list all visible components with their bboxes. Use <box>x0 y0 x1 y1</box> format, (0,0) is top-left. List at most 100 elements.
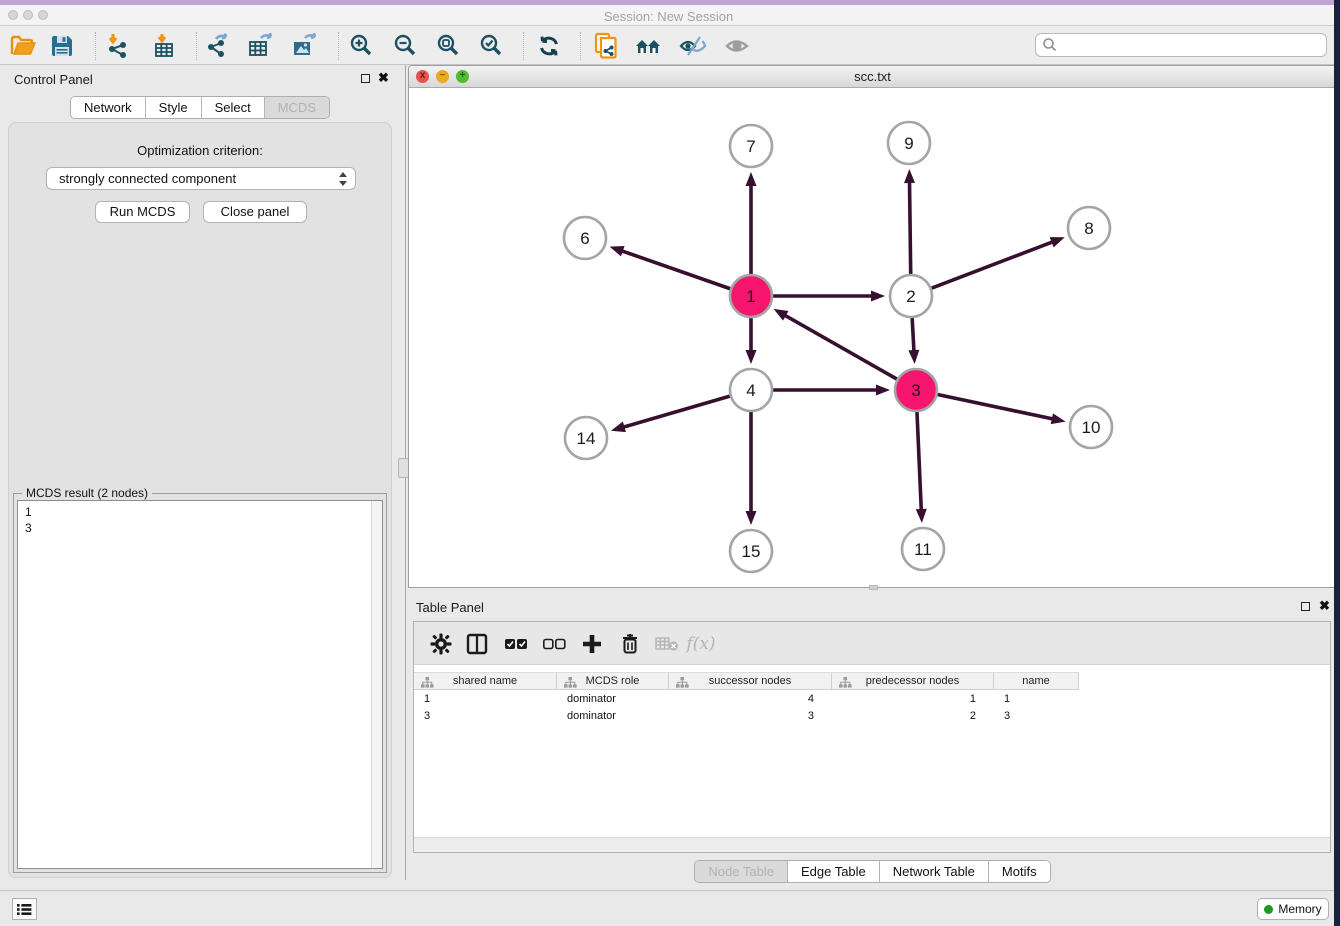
export-table-icon[interactable] <box>244 31 278 61</box>
cell-successor-nodes[interactable]: 4 <box>669 691 832 708</box>
cell-MCDS-role[interactable]: dominator <box>557 691 669 708</box>
toolbar-separator <box>338 32 339 60</box>
table-row[interactable]: 3dominator323 <box>414 708 1330 725</box>
task-history-button[interactable] <box>12 898 37 920</box>
arrowhead-icon <box>1050 237 1065 247</box>
edge-3-11[interactable] <box>917 412 921 511</box>
export-image-icon[interactable] <box>288 31 322 61</box>
select-all-icon[interactable] <box>501 629 531 659</box>
window-resize-handle[interactable] <box>869 585 878 590</box>
zoom-fit-icon[interactable] <box>432 31 466 61</box>
tab-motifs[interactable]: Motifs <box>988 861 1050 882</box>
toolbar-separator <box>523 32 524 60</box>
close-panel-icon[interactable]: ✖ <box>378 70 389 86</box>
deselect-all-icon[interactable] <box>539 629 569 659</box>
graph-node-label: 14 <box>577 429 596 448</box>
close-panel-button[interactable]: Close panel <box>203 201 307 223</box>
edge-2-9[interactable] <box>909 181 910 274</box>
function-builder-icon[interactable]: f(x) <box>686 629 716 659</box>
control-panel: Control Panel ✖ NetworkStyleSelectMCDS O… <box>0 65 400 880</box>
table-row[interactable]: 1dominator411 <box>414 691 1330 708</box>
arrowhead-icon <box>871 291 885 302</box>
float-table-panel-icon[interactable] <box>1301 602 1310 611</box>
edge-1-6[interactable] <box>621 251 730 289</box>
cell-shared-name[interactable]: 1 <box>414 691 557 708</box>
toolbar-separator <box>580 32 581 60</box>
tab-node-table[interactable]: Node Table <box>695 861 787 882</box>
cell-predecessor-nodes[interactable]: 2 <box>832 708 994 725</box>
zoom-selected-icon[interactable] <box>475 31 509 61</box>
tab-edge-table[interactable]: Edge Table <box>787 861 879 882</box>
toolbar-separator <box>196 32 197 60</box>
zoom-in-icon[interactable] <box>345 31 379 61</box>
table-panel-header: Table Panel ✖ <box>408 592 1337 620</box>
tab-select[interactable]: Select <box>201 97 264 118</box>
mcds-panel: Optimization criterion: strongly connect… <box>8 122 392 878</box>
table-tabs: Node TableEdge TableNetwork TableMotifs <box>408 860 1337 883</box>
tab-network[interactable]: Network <box>71 97 145 118</box>
result-scrollbar[interactable] <box>371 501 382 868</box>
criterion-select[interactable]: strongly connected component <box>46 167 356 190</box>
edge-2-3[interactable] <box>912 318 914 352</box>
save-icon[interactable] <box>45 31 79 61</box>
cell-shared-name[interactable]: 3 <box>414 708 557 725</box>
column-header-shared-name[interactable]: shared name <box>414 672 557 690</box>
network-view-window: x − + scc.txt 1234678910111415 <box>408 65 1337 588</box>
run-mcds-button[interactable]: Run MCDS <box>95 201 190 223</box>
search-icon <box>1042 37 1058 53</box>
tab-mcds[interactable]: MCDS <box>264 97 329 118</box>
import-network-icon[interactable] <box>101 31 135 61</box>
mcds-result-title: MCDS result (2 nodes) <box>22 486 152 500</box>
float-panel-icon[interactable] <box>361 74 370 83</box>
search-input[interactable] <box>1035 33 1327 57</box>
zoom-out-icon[interactable] <box>389 31 423 61</box>
gear-icon[interactable] <box>426 629 456 659</box>
edge-2-8[interactable] <box>932 242 1054 289</box>
control-panel-title: Control Panel <box>14 72 93 87</box>
cell-name[interactable]: 1 <box>994 691 1079 708</box>
arrowhead-icon <box>746 172 757 186</box>
hide-eye-icon[interactable] <box>675 31 709 61</box>
arrowhead-icon <box>774 309 789 321</box>
cell-predecessor-nodes[interactable]: 1 <box>832 691 994 708</box>
tree-icon <box>421 677 434 688</box>
arrowhead-icon <box>876 385 890 396</box>
network-canvas[interactable]: 1234678910111415 <box>409 88 1336 586</box>
cell-successor-nodes[interactable]: 3 <box>669 708 832 725</box>
criterion-value: strongly connected component <box>59 171 236 186</box>
arrowhead-icon <box>908 350 919 364</box>
main-toolbar <box>0 26 1337 65</box>
show-all-networks-icon[interactable] <box>631 31 665 61</box>
graph-node-label: 9 <box>904 134 913 153</box>
delete-column-icon[interactable] <box>615 629 645 659</box>
memory-button[interactable]: Memory <box>1257 898 1329 920</box>
column-header-predecessor-nodes[interactable]: predecessor nodes <box>832 672 994 690</box>
export-network-icon[interactable] <box>201 31 235 61</box>
graph-node-label: 11 <box>914 540 932 559</box>
add-column-icon[interactable] <box>577 629 607 659</box>
column-header-name[interactable]: name <box>994 672 1079 690</box>
folder-open-icon[interactable] <box>6 31 40 61</box>
tab-network-table[interactable]: Network Table <box>879 861 988 882</box>
close-table-panel-icon[interactable]: ✖ <box>1319 598 1330 614</box>
table-toolbar: f(x) <box>414 622 1330 665</box>
edge-4-14[interactable] <box>622 396 729 427</box>
column-header-successor-nodes[interactable]: successor nodes <box>669 672 832 690</box>
graph-node-label: 3 <box>911 381 920 400</box>
columns-icon[interactable] <box>462 629 492 659</box>
edge-3-10[interactable] <box>938 395 1054 420</box>
cell-name[interactable]: 3 <box>994 708 1079 725</box>
arrowhead-icon <box>611 422 626 433</box>
import-table-icon[interactable] <box>148 31 182 61</box>
delete-table-icon[interactable] <box>652 629 682 659</box>
duplicate-network-icon[interactable] <box>589 31 623 61</box>
mcds-result-text[interactable]: 1 3 <box>17 500 383 869</box>
show-eye-icon[interactable] <box>720 31 754 61</box>
edge-3-1[interactable] <box>784 315 897 379</box>
refresh-layout-icon[interactable] <box>532 31 566 61</box>
column-header-MCDS-role[interactable]: MCDS role <box>557 672 669 690</box>
tab-style[interactable]: Style <box>145 97 201 118</box>
table-hscrollbar[interactable] <box>414 837 1330 852</box>
cell-MCDS-role[interactable]: dominator <box>557 708 669 725</box>
arrowhead-icon <box>916 509 927 523</box>
